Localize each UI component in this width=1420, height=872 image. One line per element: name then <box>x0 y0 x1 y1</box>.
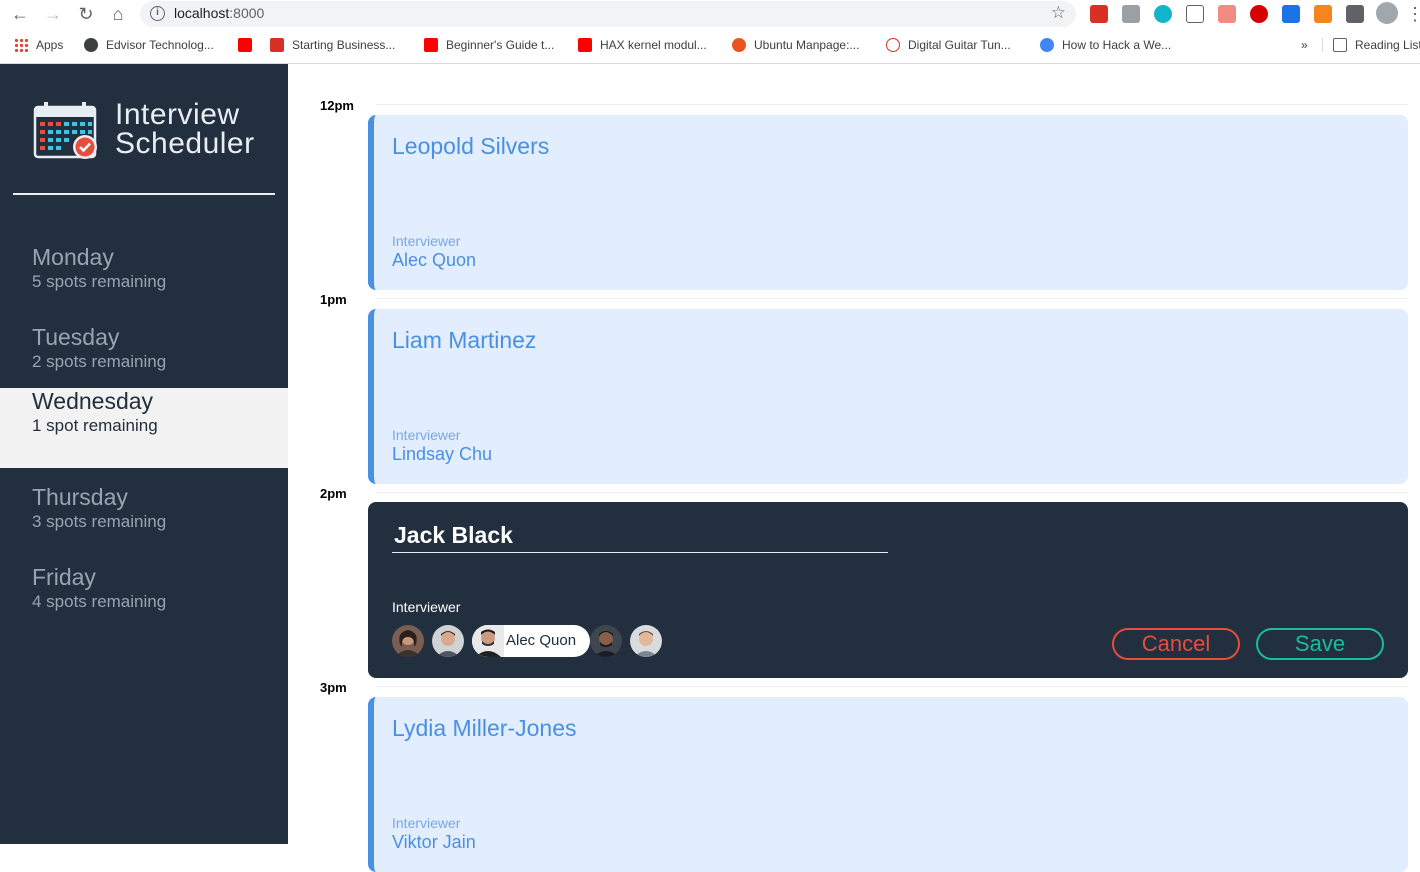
time-label: 12pm <box>320 98 354 113</box>
youtube-icon <box>424 38 438 52</box>
back-icon[interactable]: ← <box>9 3 31 25</box>
day-name: Monday <box>32 244 114 270</box>
bookmarks-divider <box>1322 38 1323 52</box>
interviewer-label: Interviewer <box>392 427 461 443</box>
app-title: Interview Scheduler <box>115 98 255 160</box>
youtube-icon <box>238 38 252 52</box>
extension-icon[interactable] <box>1282 5 1300 23</box>
day-spots: 1 spot remaining <box>32 416 158 435</box>
save-button[interactable]: Save <box>1256 628 1384 660</box>
bookmarks-bar: Apps Edvisor Technolog... Starting Busin… <box>0 35 1420 59</box>
day-spots: 4 spots remaining <box>32 592 167 611</box>
interviewer-name: Alec Quon <box>392 250 477 270</box>
apps-grid-icon <box>14 38 28 52</box>
interviewer-label: Interviewer <box>392 599 461 615</box>
day-name: Friday <box>32 564 96 590</box>
day-name: Thursday <box>32 484 128 510</box>
site-info-icon[interactable]: i <box>150 6 165 21</box>
time-label: 3pm <box>320 680 347 695</box>
bookmark-item[interactable]: HAX kernel modul... <box>578 38 707 52</box>
appointment-form: Jack Black Interviewer Alec Quon Cancel … <box>368 502 1408 678</box>
reload-icon[interactable]: ↻ <box>75 3 97 25</box>
student-name: Lydia Miller-Jones <box>392 715 577 741</box>
time-label: 1pm <box>320 292 347 307</box>
interviewer-avatar <box>472 625 504 657</box>
reading-list[interactable]: Reading List <box>1333 38 1420 52</box>
day-spots: 2 spots remaining <box>32 352 167 371</box>
youtube-icon <box>578 38 592 52</box>
interviewer-name: Viktor Jain <box>392 832 476 852</box>
globe-icon <box>84 38 98 52</box>
interviewer-label: Interviewer <box>392 815 461 831</box>
extension-icon[interactable] <box>1314 5 1332 23</box>
interviewer-name: Lindsay Chu <box>392 444 493 464</box>
home-icon[interactable]: ⌂ <box>107 3 129 25</box>
schedule: 12pm Leopold Silvers Interviewer Alec Qu… <box>288 64 1420 872</box>
day-item-monday[interactable]: Monday 5 spots remaining <box>0 244 288 324</box>
interviewer-label: Interviewer <box>392 233 461 249</box>
bookmark-item[interactable]: Digital Guitar Tun... <box>886 38 1011 52</box>
day-spots: 3 spots remaining <box>32 512 167 531</box>
calendar-logo-icon <box>33 102 97 159</box>
extensions-puzzle-icon[interactable] <box>1346 5 1364 23</box>
hour-divider <box>376 104 1408 105</box>
interviewer-avatar[interactable] <box>590 625 622 657</box>
browser-chrome: ← → ↻ ⌂ i localhost:8000 ☆ ⋮ Apps Edviso… <box>0 0 1420 64</box>
bookmark-item[interactable]: Edvisor Technolog... <box>84 38 214 52</box>
reading-list-icon <box>1333 38 1347 52</box>
profile-avatar[interactable] <box>1376 2 1398 24</box>
day-item-thursday[interactable]: Thursday 3 spots remaining <box>0 484 288 564</box>
student-name: Leopold Silvers <box>392 133 550 159</box>
extension-icon[interactable] <box>1090 5 1108 23</box>
student-name-input[interactable]: Jack Black <box>392 522 888 553</box>
bookmarks-overflow[interactable]: » <box>1301 38 1308 52</box>
hour-divider <box>376 492 1408 493</box>
bookmark-apps[interactable]: Apps <box>14 38 63 52</box>
day-item-friday[interactable]: Friday 4 spots remaining <box>0 564 288 644</box>
extension-icon[interactable] <box>1218 5 1236 23</box>
bookmark-item[interactable]: Starting Business... <box>270 38 395 52</box>
bookmark-item[interactable] <box>238 38 260 52</box>
appointment-card[interactable]: Liam Martinez Interviewer Lindsay Chu <box>368 309 1408 484</box>
appointment-card[interactable]: Leopold Silvers Interviewer Alec Quon <box>368 115 1408 290</box>
ubuntu-icon <box>732 38 746 52</box>
extension-icon[interactable] <box>1186 5 1204 23</box>
selected-interviewer-name: Alec Quon <box>506 632 577 649</box>
bookmark-item[interactable]: Ubuntu Manpage:... <box>732 38 859 52</box>
guitar-tuner-icon <box>886 38 900 52</box>
url-text[interactable]: localhost:8000 <box>174 5 264 21</box>
interviewer-avatar[interactable] <box>432 625 464 657</box>
sidebar-divider <box>13 193 275 195</box>
bookmark-star-icon[interactable]: ☆ <box>1051 3 1066 23</box>
extension-icon[interactable] <box>1122 5 1140 23</box>
address-bar[interactable]: i localhost:8000 ☆ <box>140 1 1076 27</box>
day-name: Tuesday <box>32 324 120 350</box>
hour-divider <box>376 298 1408 299</box>
day-item-wednesday[interactable]: Wednesday 1 spot remaining <box>0 388 288 468</box>
extension-icon[interactable] <box>1250 5 1268 23</box>
globe-icon <box>1040 38 1054 52</box>
extension-icon[interactable] <box>1154 5 1172 23</box>
interviewer-avatar[interactable] <box>392 625 424 657</box>
cancel-button[interactable]: Cancel <box>1112 628 1240 660</box>
day-name: Wednesday <box>32 388 154 414</box>
appointment-card[interactable]: Lydia Miller-Jones Interviewer Viktor Ja… <box>368 697 1408 872</box>
interviewer-avatar-selected[interactable]: Alec Quon <box>472 625 590 657</box>
student-name: Liam Martinez <box>392 327 537 353</box>
menu-icon[interactable]: ⋮ <box>1406 3 1420 25</box>
bookmark-item[interactable]: How to Hack a We... <box>1040 38 1171 52</box>
interviewer-avatar[interactable] <box>630 625 662 657</box>
bookmark-favicon-icon <box>270 38 284 52</box>
day-spots: 5 spots remaining <box>32 272 167 291</box>
time-label: 2pm <box>320 486 347 501</box>
forward-icon[interactable]: → <box>42 3 64 25</box>
hour-divider <box>376 686 1408 687</box>
browser-toolbar: ← → ↻ ⌂ i localhost:8000 ☆ ⋮ <box>0 0 1420 28</box>
bookmark-item[interactable]: Beginner's Guide t... <box>424 38 554 52</box>
sidebar: Interview Scheduler Monday 5 spots remai… <box>0 64 288 844</box>
